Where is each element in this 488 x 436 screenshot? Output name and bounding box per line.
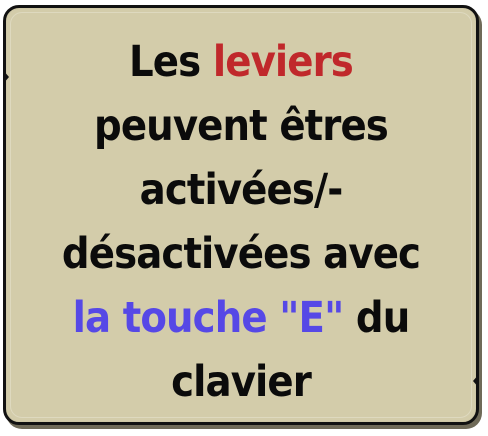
tutorial-message: Les leviers peuvent êtres activées/-désa… — [39, 30, 444, 414]
keyword-e-key: la touche "E" — [72, 293, 345, 343]
tutorial-dialog-panel: Les leviers peuvent êtres activées/-désa… — [3, 5, 479, 425]
keyword-levers: leviers — [212, 37, 354, 87]
panel-left-notch — [3, 70, 9, 84]
panel-right-notch — [473, 374, 479, 388]
message-text-intro: Les — [129, 37, 213, 87]
message-text-middle: peuvent êtres activées/-désactivées avec — [61, 101, 421, 279]
